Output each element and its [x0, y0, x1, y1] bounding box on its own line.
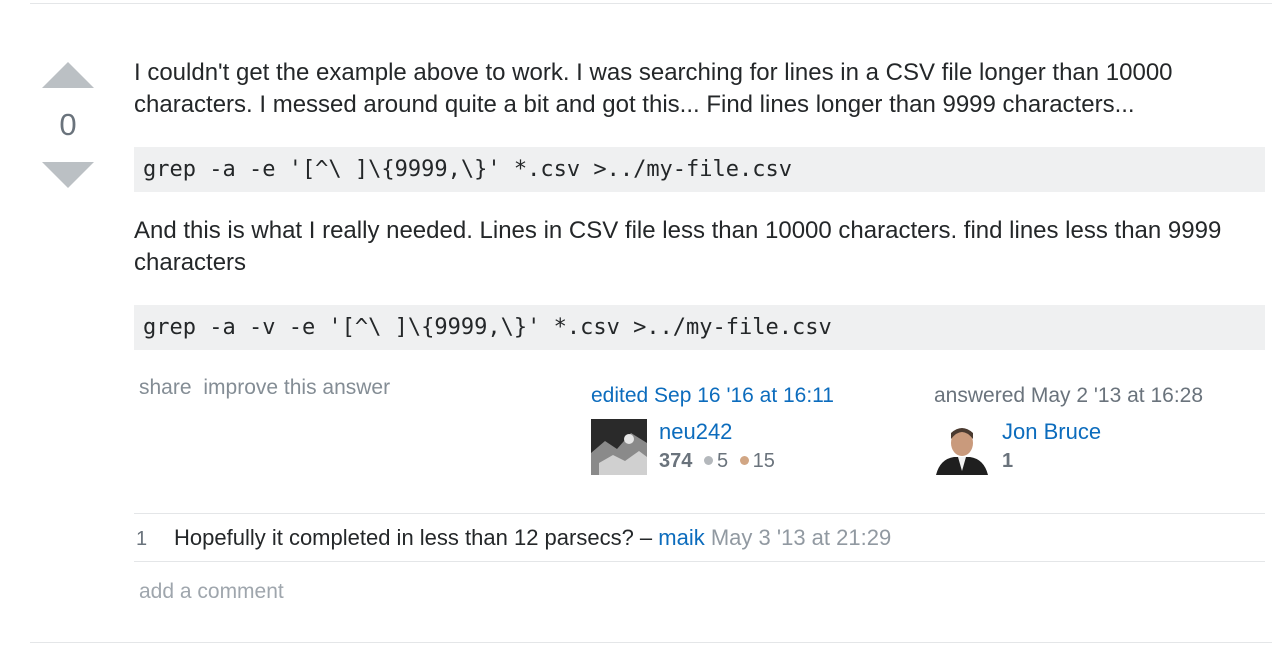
- vote-cell: 0: [40, 62, 96, 188]
- vote-count: 0: [59, 107, 77, 142]
- author-rep-score: 1: [1002, 450, 1014, 472]
- improve-answer-link[interactable]: improve this answer: [203, 376, 390, 399]
- comment-text: Hopefully it completed in less than 12 p…: [174, 525, 659, 550]
- downvote-icon[interactable]: [42, 162, 94, 188]
- answer-paragraph-1: I couldn't get the example above to work…: [134, 59, 1173, 118]
- editor-silver-count: 5: [716, 450, 729, 472]
- editor-username[interactable]: neu242: [659, 419, 732, 445]
- code-block-2: grep -a -v -e '[^\ ]\{9999,\}' *.csv >..…: [134, 305, 1265, 350]
- editor-rep-score: 374: [659, 450, 693, 472]
- comments-section: 1 Hopefully it completed in less than 12 …: [134, 513, 1265, 562]
- editor-signature: edited Sep 16 '16 at 16:11 neu242 374 5 …: [591, 384, 891, 484]
- post-menu: share improve this answer: [139, 376, 396, 400]
- author-signature: answered May 2 '13 at 16:28 Jon Bruce 1: [934, 384, 1234, 484]
- answered-timestamp: answered May 2 '13 at 16:28: [934, 384, 1204, 407]
- answer-paragraph-2: And this is what I really needed. Lines …: [134, 217, 1222, 276]
- editor-avatar[interactable]: [591, 419, 647, 475]
- add-comment-link[interactable]: add a comment: [139, 580, 284, 604]
- answer-body: I couldn't get the example above to work…: [134, 57, 1269, 350]
- share-link[interactable]: share: [139, 376, 192, 399]
- bottom-divider: [30, 642, 1272, 643]
- author-avatar[interactable]: [934, 419, 990, 475]
- edited-timestamp-link[interactable]: edited Sep 16 '16 at 16:11: [591, 384, 891, 408]
- comment-item: 1 Hopefully it completed in less than 12 …: [134, 514, 1265, 561]
- editor-bronze-count: 15: [752, 450, 775, 472]
- editor-reputation: 374 5 15: [659, 450, 775, 473]
- code-block-1: grep -a -e '[^\ ]\{9999,\}' *.csv >../my…: [134, 147, 1265, 192]
- upvote-icon[interactable]: [42, 62, 94, 88]
- comment-user-link[interactable]: maik: [658, 525, 704, 550]
- bronze-badge-icon: [739, 456, 749, 466]
- comment-divider: [134, 561, 1265, 562]
- silver-badge-icon: [703, 456, 713, 466]
- comment-score: 1: [136, 528, 148, 550]
- author-username[interactable]: Jon Bruce: [1002, 419, 1101, 445]
- top-divider: [30, 3, 1272, 4]
- author-reputation: 1: [1002, 450, 1013, 473]
- comment-date[interactable]: May 3 '13 at 21:29: [711, 525, 891, 550]
